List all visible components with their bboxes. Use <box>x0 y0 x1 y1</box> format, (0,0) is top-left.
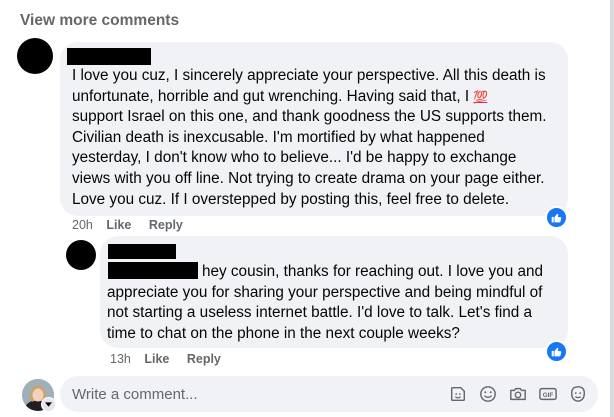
view-more-comments-link[interactable]: View more comments <box>20 12 179 30</box>
sticker-icon[interactable] <box>448 384 468 404</box>
replier-avatar[interactable] <box>66 240 96 270</box>
composer-toolbar: GIF <box>448 384 588 404</box>
comment-timestamp[interactable]: 20h <box>72 218 93 232</box>
redacted-replier-name <box>108 244 176 259</box>
gif-icon[interactable]: GIF <box>538 384 558 404</box>
comment-text: I love you cuz, I sincerely appreciate y… <box>72 66 562 210</box>
redacted-commenter-name <box>67 48 151 65</box>
like-button[interactable]: Like <box>106 218 131 232</box>
hundred-points-emoji: 💯 <box>473 89 488 104</box>
reply-button[interactable]: Reply <box>149 218 183 232</box>
comment-meta: 20h Like Reply <box>72 218 197 232</box>
reply-button[interactable]: Reply <box>187 352 221 366</box>
like-reaction-icon[interactable] <box>545 340 568 363</box>
avatar-sticker-icon[interactable] <box>568 384 588 404</box>
like-reaction-icon[interactable] <box>545 206 568 229</box>
emoji-icon[interactable] <box>478 384 498 404</box>
commenter-avatar[interactable] <box>17 38 53 74</box>
chevron-down-icon[interactable] <box>41 397 56 412</box>
panel-border <box>610 0 614 417</box>
like-button[interactable]: Like <box>144 352 169 366</box>
comment-input[interactable]: Write a comment... GIF <box>60 376 598 412</box>
comment-text-part: support Israel on this one, and thank go… <box>72 108 547 208</box>
gif-label: GIF <box>543 392 554 399</box>
reply-timestamp[interactable]: 13h <box>110 352 131 366</box>
camera-icon[interactable] <box>508 384 528 404</box>
comment-input-placeholder: Write a comment... <box>72 386 198 403</box>
reply-meta: 13h Like Reply <box>110 352 235 366</box>
reply-text: hey cousin, thanks for reaching out. I l… <box>107 263 543 342</box>
